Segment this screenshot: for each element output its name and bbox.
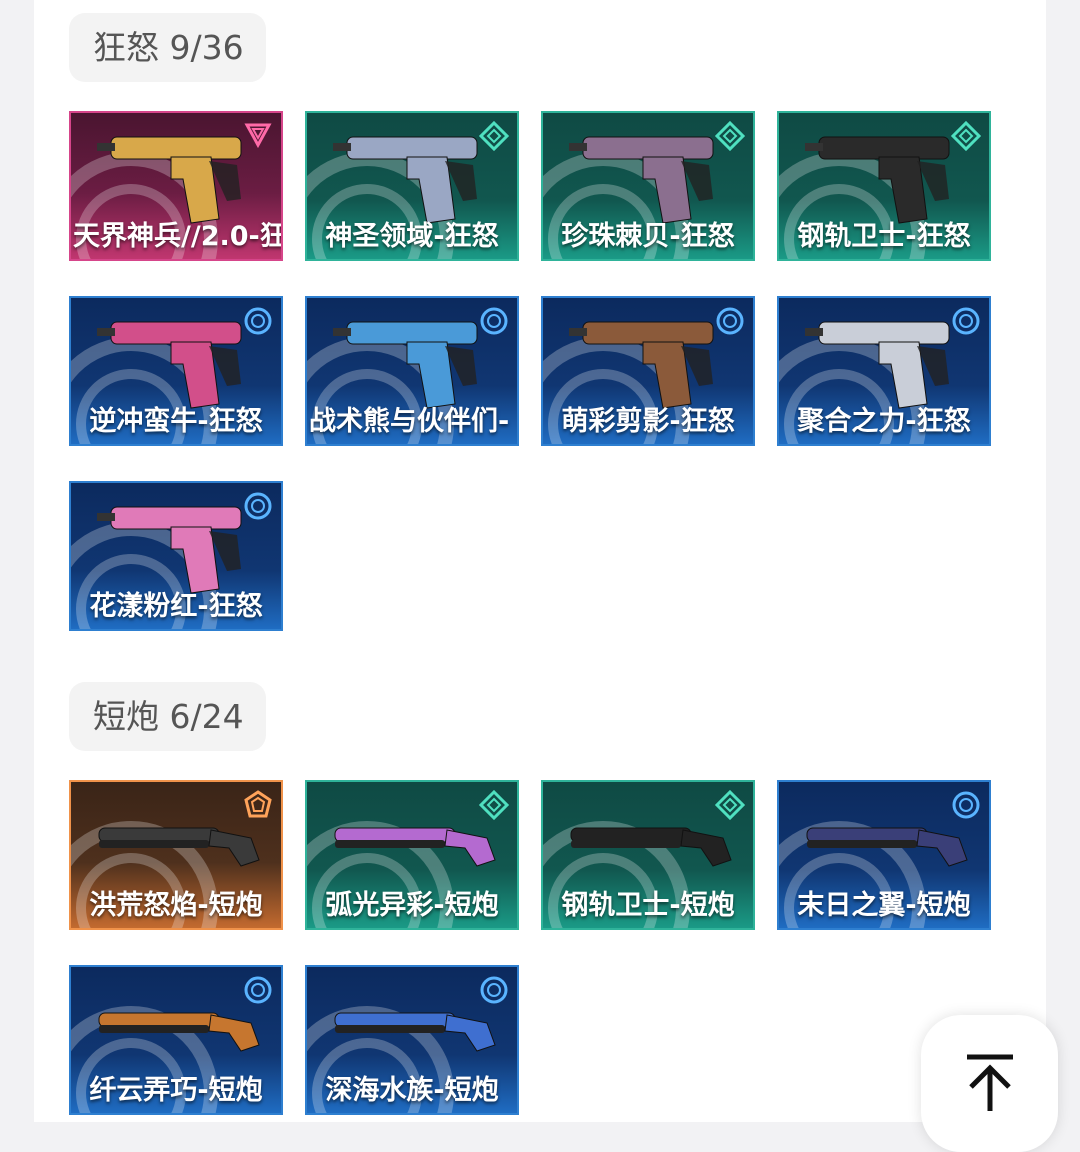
skin-name: 珍珠棘贝-狂怒 bbox=[561, 221, 735, 252]
skin-name: 纤云弄巧-短炮 bbox=[89, 1075, 263, 1106]
skin-name: 深海水族-短炮 bbox=[325, 1075, 499, 1106]
skin-name: 神圣领域-狂怒 bbox=[325, 221, 499, 252]
skin-name: 花漾粉红-狂怒 bbox=[89, 591, 263, 622]
skin-name: 弧光异彩-短炮 bbox=[325, 890, 499, 921]
skin-tile[interactable]: 纤云弄巧-短炮 bbox=[69, 965, 283, 1115]
skin-tile[interactable]: 聚合之力-狂怒 bbox=[777, 296, 991, 446]
skin-name: 聚合之力-狂怒 bbox=[797, 406, 971, 437]
tier-deluxe-icon bbox=[244, 307, 272, 335]
skin-tile[interactable]: 末日之翼-短炮 bbox=[777, 780, 991, 930]
section-chip-rage[interactable]: 狂怒 9/36 bbox=[69, 13, 266, 82]
back-to-top-button[interactable] bbox=[921, 1015, 1058, 1152]
skin-name: 战术熊与伙伴们- bbox=[309, 406, 510, 437]
skin-tile[interactable]: 珍珠棘贝-狂怒 bbox=[541, 111, 755, 261]
skin-name: 钢轨卫士-短炮 bbox=[561, 890, 735, 921]
skin-name: 天界神兵//2.0-狂 bbox=[73, 221, 283, 252]
weapon-image bbox=[334, 1012, 496, 1052]
skin-name: 钢轨卫士-狂怒 bbox=[797, 221, 971, 252]
tier-deluxe-icon bbox=[952, 307, 980, 335]
skin-tile[interactable]: 逆冲蛮牛-狂怒 bbox=[69, 296, 283, 446]
section-title: 狂怒 bbox=[93, 28, 159, 67]
weapon-image bbox=[97, 321, 242, 409]
tier-deluxe-icon bbox=[716, 307, 744, 335]
tier-deluxe-icon bbox=[244, 492, 272, 520]
tier-exclusive-icon bbox=[244, 123, 272, 149]
tier-premium-icon bbox=[479, 121, 509, 151]
skin-tile[interactable]: 萌彩剪影-狂怒 bbox=[541, 296, 755, 446]
weapon-image bbox=[98, 827, 260, 867]
skin-tile[interactable]: 神圣领域-狂怒 bbox=[305, 111, 519, 261]
weapon-image bbox=[97, 506, 242, 594]
arrow-up-to-top-icon bbox=[967, 1054, 1013, 1111]
tier-premium-icon bbox=[479, 790, 509, 820]
tier-deluxe-icon bbox=[244, 976, 272, 1004]
weapon-image bbox=[569, 321, 714, 409]
weapon-image bbox=[805, 136, 950, 224]
section-count: 6/24 bbox=[169, 697, 244, 736]
tier-deluxe-icon bbox=[952, 791, 980, 819]
tier-premium-icon bbox=[715, 790, 745, 820]
tier-deluxe-icon bbox=[480, 976, 508, 1004]
tier-deluxe-icon bbox=[480, 307, 508, 335]
skin-tile[interactable]: 洪荒怒焰-短炮 bbox=[69, 780, 283, 930]
tier-ultra-icon bbox=[244, 790, 272, 818]
skin-tile[interactable]: 花漾粉红-狂怒 bbox=[69, 481, 283, 631]
skin-tile[interactable]: 钢轨卫士-狂怒 bbox=[777, 111, 991, 261]
tier-premium-icon bbox=[715, 121, 745, 151]
weapon-image bbox=[333, 321, 478, 409]
section-chip-shorty[interactable]: 短炮 6/24 bbox=[69, 682, 266, 751]
section-title: 短炮 bbox=[93, 697, 159, 736]
skin-name: 末日之翼-短炮 bbox=[797, 890, 971, 921]
weapon-image bbox=[334, 827, 496, 867]
skin-name: 逆冲蛮牛-狂怒 bbox=[89, 406, 263, 437]
skin-name: 萌彩剪影-狂怒 bbox=[561, 406, 735, 437]
weapon-image bbox=[333, 136, 478, 224]
weapon-image bbox=[569, 136, 714, 224]
weapon-image bbox=[98, 1012, 260, 1052]
section-count: 9/36 bbox=[169, 28, 244, 67]
skin-tile[interactable]: 深海水族-短炮 bbox=[305, 965, 519, 1115]
skin-name: 洪荒怒焰-短炮 bbox=[89, 890, 263, 921]
skin-tile[interactable]: 天界神兵//2.0-狂 bbox=[69, 111, 283, 261]
weapon-image bbox=[805, 321, 950, 409]
skin-tile[interactable]: 弧光异彩-短炮 bbox=[305, 780, 519, 930]
weapon-image bbox=[97, 136, 242, 224]
weapon-image bbox=[570, 827, 732, 867]
skin-tile[interactable]: 战术熊与伙伴们- bbox=[305, 296, 519, 446]
tier-premium-icon bbox=[951, 121, 981, 151]
weapon-image bbox=[806, 827, 968, 867]
skin-tile[interactable]: 钢轨卫士-短炮 bbox=[541, 780, 755, 930]
